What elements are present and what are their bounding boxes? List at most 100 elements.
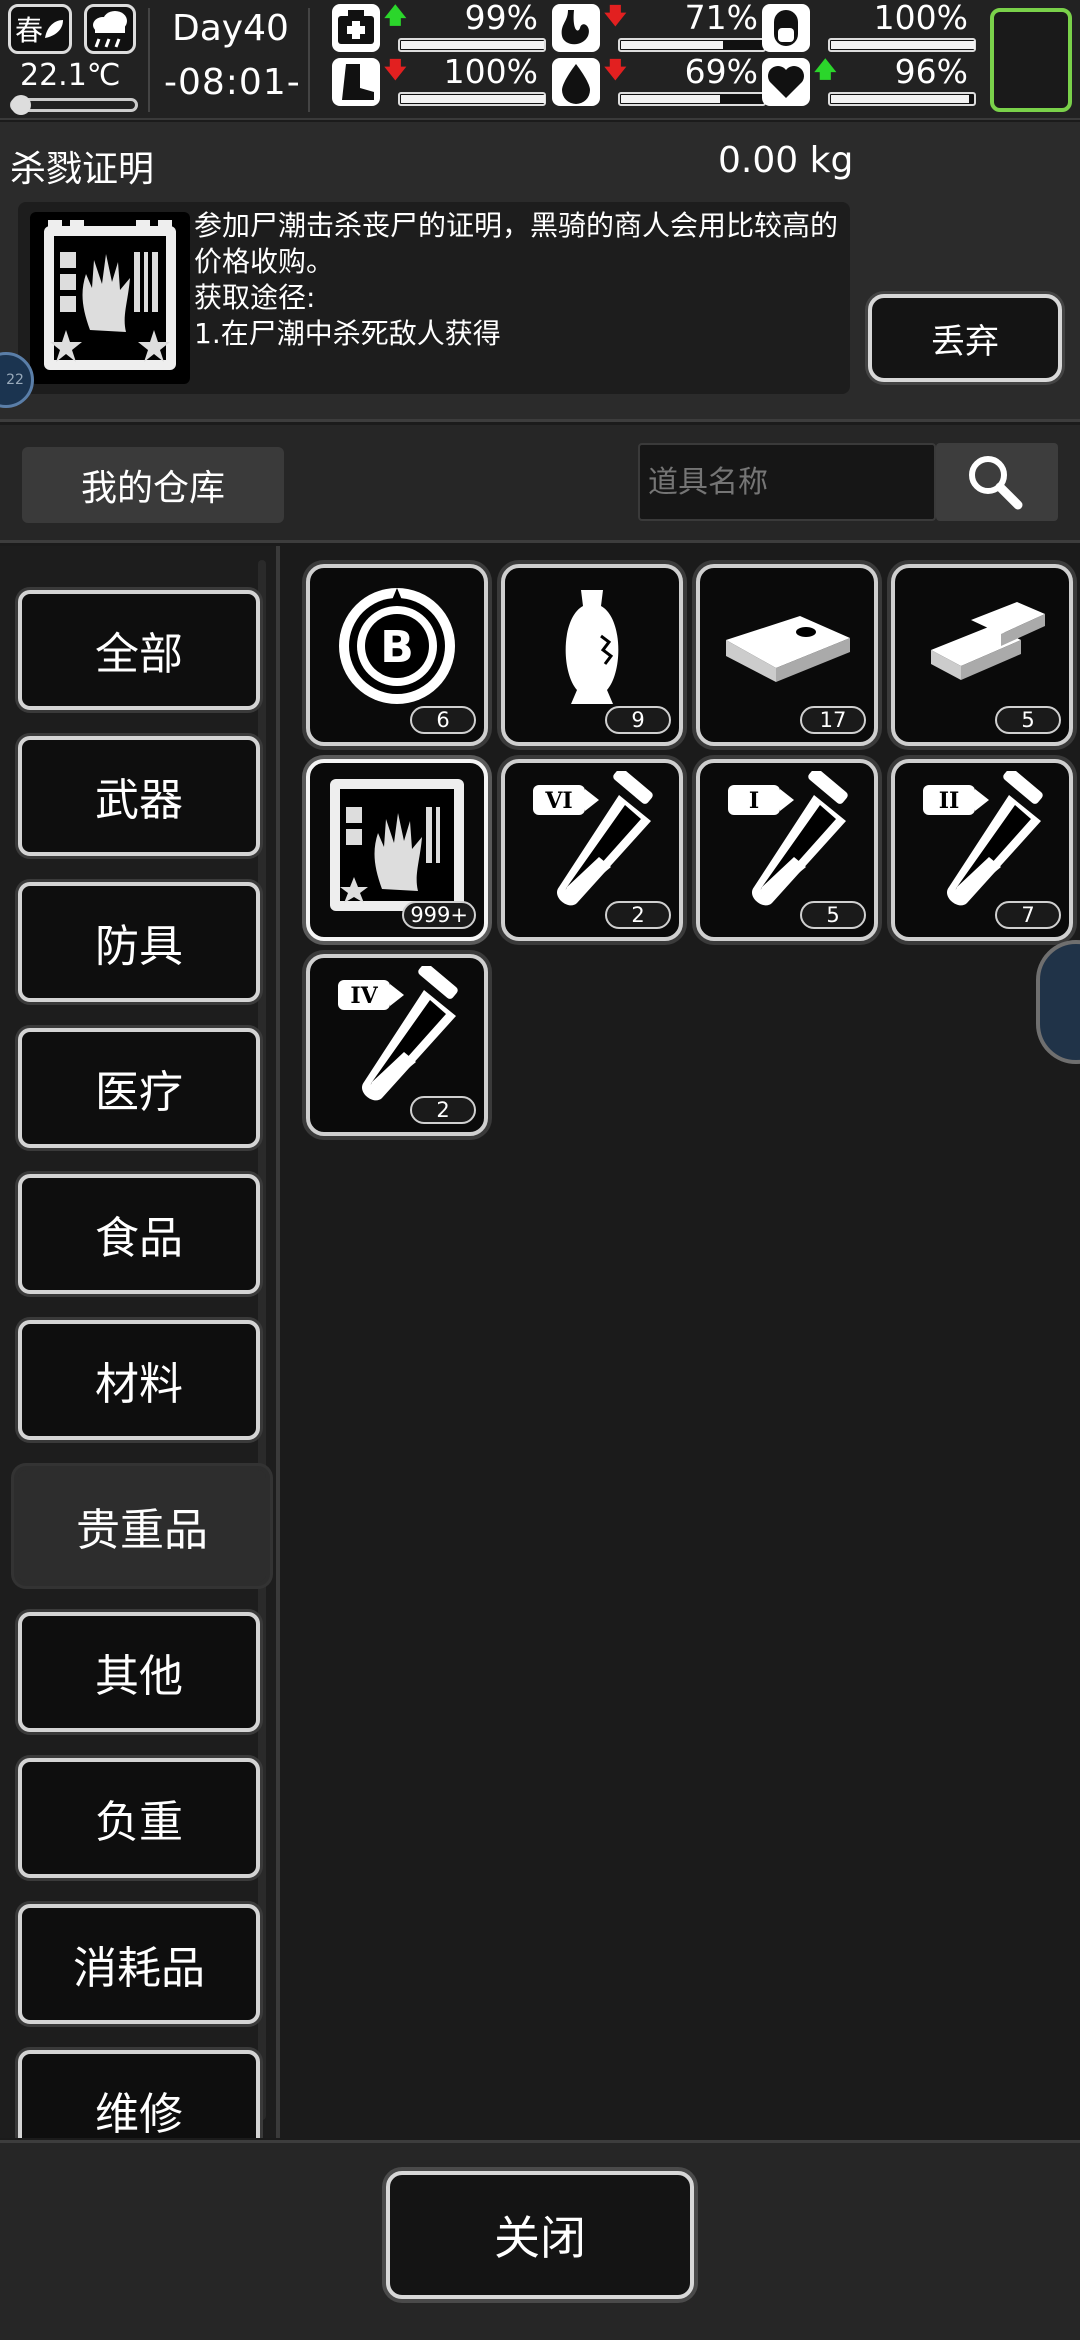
discard-button[interactable]: 丢弃 <box>868 294 1062 382</box>
cash-icon <box>726 616 850 682</box>
item-quantity: 7 <box>995 901 1061 929</box>
category-sidebar: 全部武器防具医疗食品材料贵重品其他负重消耗品维修 <box>0 546 280 2138</box>
item-quantity: 9 <box>605 706 671 734</box>
item-slot-test-tube-iv[interactable]: IV 2 <box>306 954 488 1136</box>
mood-stat: 🡅 96% <box>762 52 976 108</box>
tube-label: IV <box>350 983 378 1009</box>
item-description-box: 参加尸潮击杀丧尸的证明，黑骑的商人会用比较高的价格收购。 获取途径: 1.在尸潮… <box>18 202 850 394</box>
stat-bar-fill <box>401 95 545 103</box>
stat-value: 96% <box>894 52 968 91</box>
season-badge: 春 <box>8 4 72 54</box>
foot-icon <box>332 58 380 106</box>
trend-down-icon: 🡇 <box>384 58 407 83</box>
item-grid: B 6 9 17 5 999+ VI 2 I 5 II 7 IV 2 <box>284 546 1080 2138</box>
test-tube-icon: IV <box>338 966 458 1101</box>
warehouse-header: 我的仓库 <box>0 425 1080 543</box>
footer: 关闭 <box>0 2140 1080 2340</box>
category-button[interactable]: 负重 <box>18 1758 260 1878</box>
stat-value: 100% <box>873 0 968 37</box>
stat-bar <box>828 92 976 106</box>
stat-value: 71% <box>684 0 758 37</box>
quick-slot[interactable] <box>990 8 1072 112</box>
stamina-stat: 🡇 100% <box>332 52 546 108</box>
leaf-icon <box>45 20 63 38</box>
category-button[interactable]: 食品 <box>18 1174 260 1294</box>
item-weight: 0.00 kg <box>718 140 854 181</box>
stat-bar-fill <box>831 41 975 49</box>
item-description-text: 参加尸潮击杀丧尸的证明，黑骑的商人会用比较高的价格收购。 <box>194 209 839 278</box>
category-button[interactable]: 武器 <box>18 736 260 856</box>
trend-down-icon: 🡇 <box>604 58 627 83</box>
tube-label: I <box>749 788 759 814</box>
divider <box>148 8 150 112</box>
obtain-method: 1.在尸潮中杀死敌人获得 <box>194 317 501 350</box>
item-slot-cash-bundle[interactable]: 17 <box>696 564 878 746</box>
rain-cloud-icon <box>84 4 136 54</box>
item-slot-porcelain-vase[interactable]: 9 <box>501 564 683 746</box>
item-quantity: 999+ <box>402 901 476 929</box>
item-search-input[interactable] <box>638 443 936 521</box>
trend-up-icon: 🡅 <box>384 4 407 29</box>
water-drop-icon <box>552 58 600 106</box>
stat-bar-fill <box>831 95 970 103</box>
item-quantity: 17 <box>800 706 866 734</box>
warehouse-title: 我的仓库 <box>22 447 284 523</box>
health-stat: 🡅 99% <box>332 0 546 54</box>
test-tube-icon: II <box>923 771 1043 906</box>
heart-icon <box>762 58 810 106</box>
test-tube-icon: I <box>728 771 848 906</box>
trend-up-icon: 🡅 <box>814 58 837 83</box>
stat-bar <box>398 92 546 106</box>
item-quantity: 5 <box>995 706 1061 734</box>
bitcoin-icon: B <box>339 588 455 704</box>
item-quantity: 2 <box>410 1096 476 1124</box>
obtain-label: 获取途径: <box>194 281 316 314</box>
item-slot-gold-bars[interactable]: 5 <box>891 564 1073 746</box>
stat-bar <box>828 38 976 52</box>
close-button[interactable]: 关闭 <box>386 2171 694 2299</box>
gold-bar-icon <box>931 602 1045 680</box>
category-button[interactable]: 材料 <box>18 1320 260 1440</box>
item-slot-test-tube-ii[interactable]: II 7 <box>891 759 1073 941</box>
item-info-panel: 杀戮证明 0.00 kg 参加尸潮击杀丧尸的证明，黑骑的商人会用比较高的价格收购… <box>0 122 1080 422</box>
category-button[interactable]: 全部 <box>18 590 260 710</box>
category-button[interactable]: 消耗品 <box>18 1904 260 2024</box>
thirst-stat: 🡇 69% <box>552 52 766 108</box>
item-quantity: 6 <box>410 706 476 734</box>
game-clock: -08:01- <box>164 62 301 103</box>
category-button[interactable]: 防具 <box>18 882 260 1002</box>
stat-value: 100% <box>443 52 538 91</box>
test-tube-icon: VI <box>533 771 653 906</box>
pill-icon <box>762 4 810 52</box>
stat-bar <box>398 38 546 52</box>
stat-bar-fill <box>621 95 721 103</box>
medkit-icon <box>332 4 380 52</box>
stat-bar <box>618 92 766 106</box>
floating-edge-button[interactable] <box>1036 940 1080 1064</box>
temperature-readout: 22.1℃ <box>20 58 121 93</box>
category-button[interactable]: 医疗 <box>18 1028 260 1148</box>
thermometer-icon <box>10 95 138 115</box>
zombie-hand-card-icon <box>30 212 190 384</box>
svg-text:B: B <box>380 622 414 673</box>
hunger-stat: 🡇 71% <box>552 0 766 54</box>
tube-label: II <box>939 788 960 814</box>
item-slot-kill-proof[interactable]: 999+ <box>306 759 488 941</box>
item-quantity: 2 <box>605 901 671 929</box>
category-button[interactable]: 维修 <box>18 2050 260 2138</box>
item-description: 参加尸潮击杀丧尸的证明，黑骑的商人会用比较高的价格收购。 获取途径: 1.在尸潮… <box>194 208 844 352</box>
tube-label: VI <box>544 788 572 814</box>
search-icon <box>969 456 1023 510</box>
trend-down-icon: 🡇 <box>604 4 627 29</box>
item-slot-bitcoin-chip[interactable]: B6 <box>306 564 488 746</box>
item-slot-test-tube-i[interactable]: I5 <box>696 759 878 941</box>
category-button[interactable]: 其他 <box>18 1612 260 1732</box>
stat-value: 69% <box>684 52 758 91</box>
search-button[interactable] <box>936 443 1058 521</box>
zombie-hand-card-icon <box>330 779 464 911</box>
item-quantity: 5 <box>800 901 866 929</box>
item-slot-test-tube-vi[interactable]: VI 2 <box>501 759 683 941</box>
item-title: 杀戮证明 <box>10 149 155 190</box>
category-button[interactable]: 贵重品 <box>14 1466 270 1586</box>
pill-stat: 100% <box>762 0 976 54</box>
